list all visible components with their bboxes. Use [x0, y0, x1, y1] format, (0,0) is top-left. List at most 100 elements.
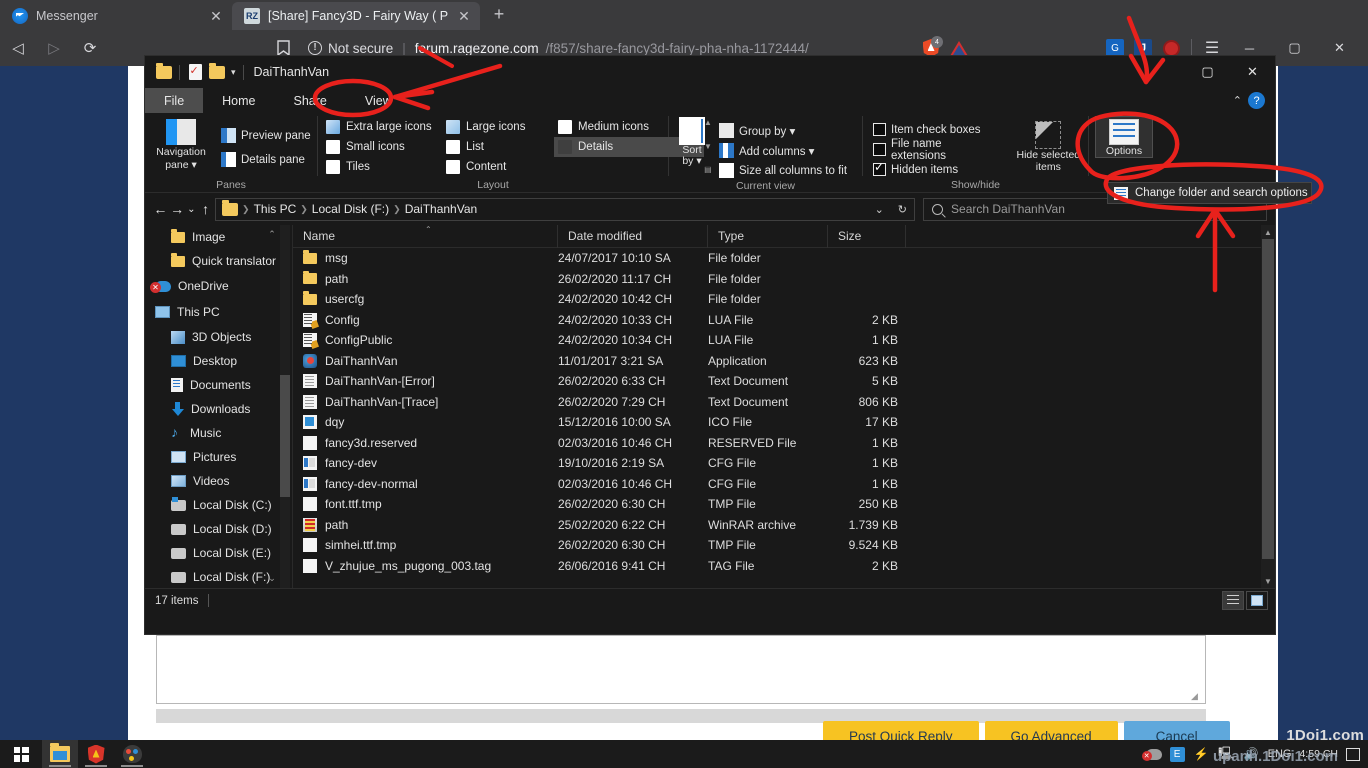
bookmark-icon[interactable]: [266, 40, 300, 56]
notification-icon[interactable]: [1346, 747, 1360, 761]
refresh-icon[interactable]: ↻: [898, 203, 907, 216]
close-button[interactable]: ✕: [1230, 56, 1275, 88]
scroll-down-icon[interactable]: ▼: [1261, 574, 1275, 588]
add-columns-button[interactable]: Add columns ▾: [715, 141, 851, 160]
breadcrumb-daithanhvan[interactable]: DaiThanhVan: [405, 202, 478, 216]
breadcrumb-this-pc[interactable]: This PC: [254, 202, 297, 216]
details-pane-button[interactable]: Details pane: [217, 150, 315, 169]
file-type: TMP File: [708, 497, 756, 512]
options-button[interactable]: Options: [1095, 116, 1153, 158]
table-row[interactable]: simhei.ttf.tmp 26/02/2020 6:30 CH TMP File…: [293, 535, 1275, 556]
maximize-button[interactable]: ▢: [1185, 56, 1230, 88]
table-row[interactable]: Config 24/02/2020 10:33 CH LUA File 2 KB: [293, 310, 1275, 331]
tab-share[interactable]: Share: [275, 88, 346, 113]
table-row[interactable]: fancy3d.reserved 02/03/2016 10:46 CH RESER…: [293, 433, 1275, 454]
table-row[interactable]: dqy 15/12/2016 10:00 SA ICO File 17 KB: [293, 412, 1275, 433]
tab-home[interactable]: Home: [203, 88, 274, 113]
table-row[interactable]: DaiThanhVan-[Trace] 26/02/2020 7:29 CH Tex…: [293, 392, 1275, 413]
table-row[interactable]: ConfigPublic 24/02/2020 10:34 CH LUA File 1…: [293, 330, 1275, 351]
ime-icon[interactable]: E: [1169, 746, 1185, 762]
table-row[interactable]: path 26/02/2020 11:17 CH File folder: [293, 269, 1275, 290]
layout-content[interactable]: Content: [442, 157, 552, 177]
options-dropdown-menu[interactable]: Change folder and search options: [1107, 182, 1312, 204]
preview-pane-button[interactable]: Preview pane: [217, 126, 315, 145]
group-by-button[interactable]: Group by ▾: [715, 121, 851, 140]
scroll-down-icon[interactable]: ⌄: [268, 573, 276, 584]
forward-icon[interactable]: ▷: [36, 33, 72, 63]
help-icon[interactable]: ?: [1248, 92, 1265, 109]
size-all-columns-button[interactable]: Size all columns to fit: [715, 161, 851, 180]
scroll-up-icon[interactable]: ▲: [1261, 225, 1275, 239]
layout-large-icons[interactable]: Large icons: [442, 117, 552, 137]
chevron-down-icon[interactable]: ▾: [228, 67, 239, 78]
checkbox-icon[interactable]: [873, 143, 886, 156]
back-icon[interactable]: ◁: [0, 33, 36, 63]
table-row[interactable]: V_zhujue_ms_pugong_003.tag 26/06/2016 9:4…: [293, 556, 1275, 577]
column-header-size[interactable]: Size: [828, 225, 906, 248]
up-icon[interactable]: ↑: [198, 197, 213, 221]
properties-icon[interactable]: [184, 61, 206, 83]
table-row[interactable]: DaiThanhVan 11/01/2017 3:21 SA Application…: [293, 351, 1275, 372]
navpane-scroll-thumb[interactable]: [280, 375, 290, 497]
column-header-date-modified[interactable]: Date modified: [558, 225, 708, 248]
back-icon[interactable]: ←: [153, 197, 168, 221]
browser-tab-ragezone[interactable]: RZ [Share] Fancy3D - Fairy Way ( Phà ✕: [232, 2, 480, 30]
sort-by-button[interactable]: Sort by ▾: [669, 117, 715, 167]
explorer-titlebar[interactable]: ▾ DaiThanhVan ▢ ✕: [145, 56, 1275, 88]
browser-tab-messenger[interactable]: Messenger ✕: [0, 2, 232, 30]
breadcrumb-local-disk-f[interactable]: Local Disk (F:): [312, 202, 389, 216]
browser-menu-icon[interactable]: ☰: [1199, 38, 1225, 58]
start-button[interactable]: [0, 740, 42, 768]
text-document-icon: [303, 374, 317, 389]
onedrive-error-icon[interactable]: ✕: [1141, 748, 1162, 761]
collapse-ribbon-icon[interactable]: ⌃: [1233, 94, 1242, 107]
tab-file[interactable]: File: [145, 88, 204, 113]
taskbar-paint[interactable]: [114, 740, 150, 768]
tab-view[interactable]: View: [346, 88, 411, 113]
recent-locations-icon[interactable]: ⌄: [186, 197, 196, 221]
large-icons-view-button[interactable]: [1246, 591, 1268, 610]
network-disconnected-icon[interactable]: ⚡: [1193, 746, 1210, 763]
file-name-extensions-option[interactable]: File name extensions: [869, 138, 1003, 162]
reload-icon[interactable]: ⟳: [72, 33, 108, 63]
security-indicator[interactable]: ! Not secure: [308, 41, 393, 56]
maximize-button[interactable]: ▢: [1272, 33, 1317, 63]
layout-list[interactable]: List: [442, 137, 552, 157]
forward-icon[interactable]: →: [170, 197, 185, 221]
hide-selected-items-button[interactable]: Hide selected items: [1009, 117, 1088, 173]
breadcrumb[interactable]: ❯ This PC ❯ Local Disk (F:) ❯ DaiThanhVa…: [215, 197, 916, 221]
details-view-button[interactable]: [1222, 591, 1244, 610]
table-row[interactable]: path 25/02/2020 6:22 CH WinRAR archive 1.73…: [293, 515, 1275, 536]
table-row[interactable]: DaiThanhVan-[Error] 26/02/2020 6:33 CH Tex…: [293, 371, 1275, 392]
checkbox-checked-icon[interactable]: [873, 160, 886, 176]
table-row[interactable]: font.ttf.tmp 26/02/2020 6:30 CH TMP File 25…: [293, 494, 1275, 515]
new-folder-icon[interactable]: [206, 61, 228, 83]
close-icon[interactable]: ✕: [456, 9, 472, 23]
item-check-boxes-option[interactable]: Item check boxes: [869, 120, 1003, 139]
close-icon[interactable]: ✕: [208, 9, 224, 23]
hidden-items-option[interactable]: Hidden items: [869, 160, 1003, 179]
close-button[interactable]: ✕: [1317, 33, 1362, 63]
navigation-pane-button[interactable]: Navigation pane ▾: [145, 117, 217, 171]
table-row[interactable]: fancy-dev-normal 02/03/2016 10:46 CH CFG F…: [293, 474, 1275, 495]
taskbar-brave-browser[interactable]: [78, 740, 114, 768]
file-list-scroll-thumb[interactable]: [1262, 239, 1274, 559]
table-row[interactable]: usercfg 24/02/2020 10:42 CH File folder: [293, 289, 1275, 310]
table-row[interactable]: fancy-dev 19/10/2016 2:19 SA CFG File 1 KB: [293, 453, 1275, 474]
layout-extra-large-icons[interactable]: Extra large icons: [322, 117, 440, 137]
column-header-type[interactable]: Type: [708, 225, 828, 248]
taskbar-file-explorer[interactable]: [42, 740, 78, 768]
new-tab-button[interactable]: +: [486, 4, 512, 25]
table-row[interactable]: msg 24/07/2017 10:10 SA File folder: [293, 248, 1275, 269]
resize-grip-icon[interactable]: ◢: [1191, 691, 1201, 701]
layout-tiles[interactable]: Tiles: [322, 157, 440, 177]
quick-reply-box[interactable]: ◢: [156, 635, 1206, 704]
layout-small-icons[interactable]: Small icons: [322, 137, 440, 157]
checkbox-icon[interactable]: [873, 123, 886, 136]
column-header-name[interactable]: ⌃ Name: [293, 225, 558, 248]
scroll-up-icon[interactable]: ⌃: [268, 229, 276, 240]
navpane-scroll-arrows[interactable]: ⌃ ⌄: [266, 225, 278, 588]
change-folder-and-search-options-item[interactable]: Change folder and search options: [1135, 187, 1308, 199]
quick-reply-textarea[interactable]: [172, 649, 1192, 693]
address-dropdown-icon[interactable]: ⌄: [875, 203, 884, 216]
